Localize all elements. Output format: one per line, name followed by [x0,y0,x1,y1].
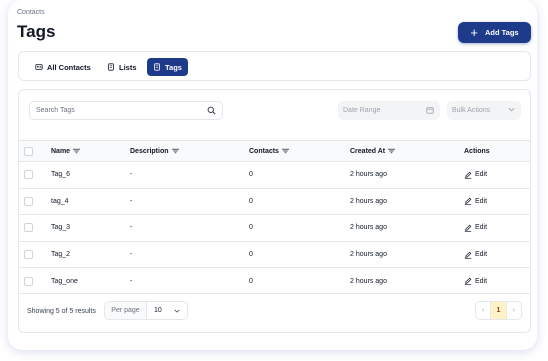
tag-contacts: 0 [249,171,253,179]
row-checkbox[interactable] [24,170,33,180]
tag-name: Tag_2 [51,251,71,259]
pencil-icon [464,251,472,259]
bulk-actions-label: Bulk Actions [452,107,491,114]
tab-tags[interactable]: Tags [147,58,188,76]
edit-label: Edit [475,277,488,285]
column-header-contacts[interactable]: Contacts [249,141,289,161]
tab-label: Tags [165,62,182,72]
table-row: Tag_one - 0 2 hours ago Edit [19,267,530,294]
column-header-description[interactable]: Description [130,141,179,161]
tag-name: Tag_3 [51,224,71,232]
tag-description: - [130,197,133,205]
per-page-select[interactable]: Per page 10 [104,301,188,320]
tag-created-at: 2 hours ago [350,224,387,232]
tab-label: Lists [119,62,137,72]
table-header: Name Description Contacts Created At Act… [19,140,530,161]
list-icon [108,63,114,71]
edit-label: Edit [475,171,488,179]
column-label: Actions [464,147,490,155]
select-all-checkbox[interactable] [24,146,33,156]
date-range-placeholder: Date Range [343,107,381,114]
tag-description: - [130,251,133,259]
filter-icon [171,148,179,154]
tag-created-at: 2 hours ago [350,251,387,259]
date-range-picker[interactable]: Date Range [338,101,440,120]
row-checkbox[interactable] [24,196,33,206]
pagination: ‹ 1 › [475,301,522,320]
edit-button[interactable]: Edit [464,242,487,268]
breadcrumb[interactable]: Contacts [17,9,45,16]
calendar-icon [426,107,434,114]
table-row: tag_4 - 0 2 hours ago Edit [19,187,530,215]
tag-icon [154,63,160,71]
edit-label: Edit [475,197,488,205]
column-header-created-at[interactable]: Created At [350,141,396,161]
row-checkbox[interactable] [24,223,33,233]
tab-all-contacts[interactable]: All Contacts [29,58,97,76]
column-header-name[interactable]: Name [51,141,81,161]
tag-contacts: 0 [249,197,253,205]
edit-button[interactable]: Edit [464,189,487,215]
filter-icon [73,148,81,154]
tab-label: All Contacts [47,62,91,72]
filter-icon [388,148,396,154]
filter-icon [281,148,289,154]
pencil-icon [464,224,472,232]
tag-name: Tag_6 [51,171,71,179]
prev-page-button[interactable]: ‹ [476,302,490,319]
chevron-down-icon [174,309,180,313]
tag-created-at: 2 hours ago [350,197,387,205]
tag-created-at: 2 hours ago [350,277,387,285]
per-page-value-text: 10 [154,307,162,314]
search-icon [207,106,216,115]
tag-description: - [130,277,133,285]
pencil-icon [464,198,472,206]
tag-created-at: 2 hours ago [350,171,387,179]
tag-description: - [130,224,133,232]
bulk-actions-select[interactable]: Bulk Actions [447,101,521,120]
tag-name: Tag_one [51,277,78,285]
tag-contacts: 0 [249,224,253,232]
page-1-button[interactable]: 1 [490,302,507,319]
edit-label: Edit [475,251,488,259]
column-header-actions: Actions [464,141,490,161]
pencil-icon [464,277,472,285]
column-label: Description [130,147,169,155]
tags-table: Name Description Contacts Created At Act… [19,140,530,294]
tag-contacts: 0 [249,251,253,259]
pencil-icon [464,171,472,179]
edit-label: Edit [475,224,488,232]
add-tags-button[interactable]: + Add Tags [458,22,531,43]
tags-panel: Search Tags Date Range Bulk Actions Name… [18,89,531,333]
add-tags-label: Add Tags [484,28,519,37]
tag-contacts: 0 [249,277,253,285]
row-checkbox[interactable] [24,276,33,286]
plus-icon: + [470,24,478,40]
edit-button[interactable]: Edit [464,215,487,241]
column-label: Created At [350,147,386,155]
column-label: Name [51,147,71,155]
tabs-bar: All Contacts Lists Tags [18,51,531,81]
column-label: Contacts [249,147,279,155]
tag-name: tag_4 [51,197,69,205]
page-title: Tags [17,22,56,41]
per-page-value[interactable]: 10 [147,302,187,319]
row-checkbox[interactable] [24,250,33,260]
per-page-label: Per page [105,302,147,319]
edit-button[interactable]: Edit [464,162,487,188]
tag-description: - [130,171,133,179]
search-input[interactable]: Search Tags [29,101,223,120]
contacts-icon [35,64,43,70]
table-footer: Showing 5 of 5 results Per page 10 ‹ 1 › [19,293,530,333]
tab-lists[interactable]: Lists [101,58,143,76]
results-summary: Showing 5 of 5 results [27,308,96,315]
table-row: Tag_3 - 0 2 hours ago Edit [19,214,530,241]
next-page-button[interactable]: › [507,302,521,319]
table-row: Tag_6 - 0 2 hours ago Edit [19,161,530,188]
table-row: Tag_2 - 0 2 hours ago Edit [19,240,530,268]
chevron-down-icon [508,107,515,112]
edit-button[interactable]: Edit [464,268,487,294]
search-placeholder: Search Tags [36,107,75,114]
